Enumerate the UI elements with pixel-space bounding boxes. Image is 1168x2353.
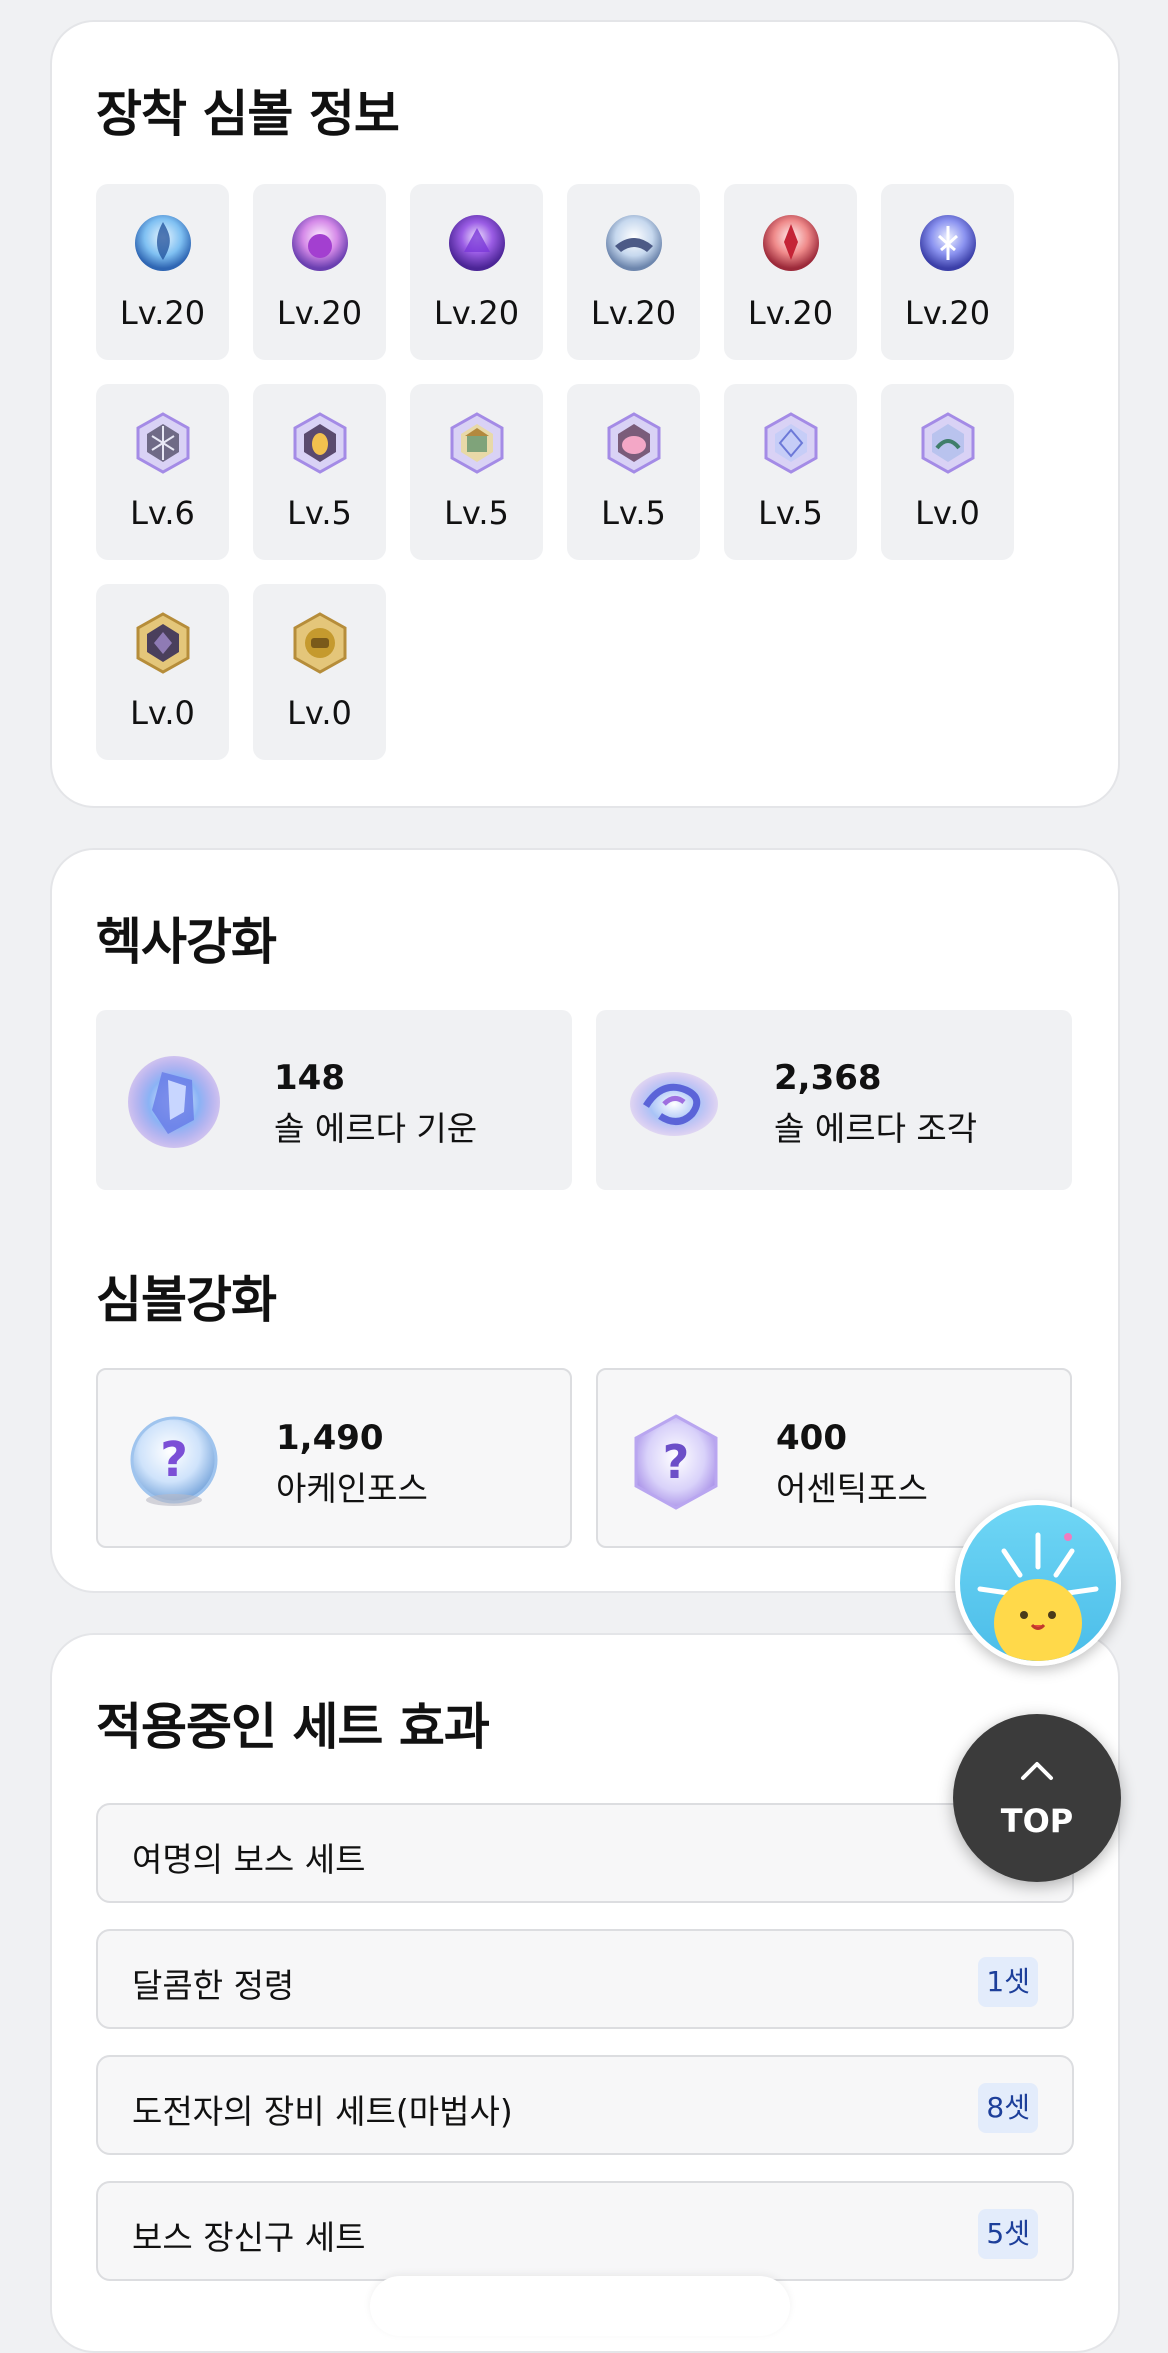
symbol-tile[interactable]: Lv.5	[410, 384, 543, 560]
symbol-tile[interactable]: Lv.20	[253, 184, 386, 360]
arcane-symbol-lachelein-icon	[449, 215, 505, 271]
scroll-to-top-label: TOP	[1000, 1802, 1074, 1840]
authentic-symbol-arcus-icon	[293, 412, 347, 474]
set-item[interactable]: 도전자의 장비 세트(마법사) 8셋	[96, 2055, 1074, 2155]
set-count-badge: 8셋	[978, 2083, 1038, 2133]
authentic-force-label: 어센틱포스	[776, 1469, 928, 1508]
set-item[interactable]: 보스 장신구 세트 5셋	[96, 2181, 1074, 2281]
svg-text:?: ?	[160, 1432, 188, 1488]
authentic-force-icon: ?	[634, 1414, 718, 1510]
arcane-symbol-esfera-icon	[920, 215, 976, 271]
sol-erda-fragment-value: 2,368	[774, 1058, 882, 1098]
sol-erda-energy-box: 148 솔 에르다 기운	[96, 1010, 572, 1190]
symbol-tile[interactable]: Lv.20	[96, 184, 229, 360]
symbol-tile[interactable]: Lv.5	[567, 384, 700, 560]
arcane-symbol-arcana-icon	[606, 215, 662, 271]
symbol-tile[interactable]: Lv.20	[881, 184, 1014, 360]
set-item[interactable]: 여명의 보스 세트	[96, 1803, 1074, 1903]
symbol-level: Lv.5	[601, 494, 666, 532]
authentic-symbol-cernium-icon	[136, 412, 190, 474]
sol-erda-energy-value: 148	[274, 1058, 345, 1098]
grand-authentic-symbol-tallahart-icon	[136, 612, 190, 674]
arcane-symbol-vanishing-journey-icon	[135, 215, 191, 271]
symbol-tile[interactable]: Lv.20	[567, 184, 700, 360]
equipped-symbols-title: 장착 심볼 정보	[96, 85, 400, 143]
symbol-level: Lv.0	[915, 494, 980, 532]
symbol-level: Lv.0	[130, 694, 195, 732]
symbol-tile[interactable]: Lv.5	[253, 384, 386, 560]
smiling-sun-character-icon	[977, 1532, 1099, 1661]
authentic-force-value: 400	[776, 1418, 847, 1458]
authentic-symbol-shangri-la-icon	[607, 412, 661, 474]
symbol-enhance-title: 심볼강화	[96, 1271, 277, 1329]
sol-erda-energy-label: 솔 에르다 기운	[274, 1109, 478, 1148]
equipped-symbols-card: 장착 심볼 정보 Lv.20 Lv.20 Lv.20 Lv.20 Lv.20 L…	[50, 20, 1120, 808]
set-name: 여명의 보스 세트	[132, 1840, 366, 1879]
arcane-symbol-morass-icon	[763, 215, 819, 271]
symbol-tile[interactable]: Lv.0	[253, 584, 386, 760]
grand-authentic-symbol-geardrak-icon	[293, 612, 347, 674]
symbol-level: Lv.20	[119, 294, 206, 332]
symbol-tile[interactable]: Lv.0	[881, 384, 1014, 560]
character-floating-button[interactable]	[955, 1500, 1121, 1666]
set-count-badge: 5셋	[978, 2209, 1038, 2259]
symbol-level: Lv.6	[130, 494, 195, 532]
symbol-level: Lv.20	[433, 294, 520, 332]
authentic-symbol-arteria-icon	[764, 412, 818, 474]
symbol-tile[interactable]: Lv.0	[96, 584, 229, 760]
set-effects-card: 적용중인 세트 효과 여명의 보스 세트 달콤한 정령 1셋 도전자의 장비 세…	[50, 1633, 1120, 2353]
set-effects-title: 적용중인 세트 효과	[96, 1698, 490, 1756]
hexa-enhance-title: 헥사강화	[96, 913, 277, 971]
symbol-tile[interactable]: Lv.5	[724, 384, 857, 560]
set-item[interactable]: 달콤한 정령 1셋	[96, 1929, 1074, 2029]
symbol-level: Lv.0	[287, 694, 352, 732]
set-name: 보스 장신구 세트	[132, 2218, 366, 2257]
arcane-force-icon: ?	[130, 1416, 218, 1506]
arcane-symbol-chu-chu-island-icon	[292, 215, 348, 271]
symbol-level: Lv.5	[287, 494, 352, 532]
symbol-level: Lv.20	[747, 294, 834, 332]
symbol-level: Lv.5	[444, 494, 509, 532]
svg-text:?: ?	[663, 1435, 690, 1489]
set-name: 달콤한 정령	[132, 1966, 295, 2005]
sol-erda-fragment-box: 2,368 솔 에르다 조각	[596, 1010, 1072, 1190]
bottom-bar-edge	[370, 2276, 790, 2336]
enhance-card: 헥사강화 148 솔 에르다 기운 2,368 솔 에르다 조각 심볼강화 ? …	[50, 848, 1120, 1593]
chevron-up-icon	[1021, 1762, 1053, 1780]
symbol-level: Lv.5	[758, 494, 823, 532]
set-name: 도전자의 장비 세트(마법사)	[132, 2092, 513, 2131]
authentic-symbol-carcion-icon	[921, 412, 975, 474]
sol-erda-fragment-label: 솔 에르다 조각	[774, 1109, 978, 1148]
symbol-level: Lv.20	[590, 294, 677, 332]
sol-erda-energy-icon	[128, 1056, 220, 1148]
set-count-badge: 1셋	[978, 1957, 1038, 2007]
arcane-force-label: 아케인포스	[276, 1469, 428, 1508]
symbol-tile[interactable]: Lv.20	[410, 184, 543, 360]
symbol-tile[interactable]: Lv.20	[724, 184, 857, 360]
arcane-force-value: 1,490	[276, 1418, 384, 1458]
symbol-level: Lv.20	[904, 294, 991, 332]
symbol-tile[interactable]: Lv.6	[96, 384, 229, 560]
arcane-force-box: ? 1,490 아케인포스	[96, 1368, 572, 1548]
scroll-to-top-button[interactable]: TOP	[953, 1714, 1121, 1882]
authentic-symbol-odium-icon	[450, 412, 504, 474]
symbol-level: Lv.20	[276, 294, 363, 332]
sol-erda-fragment-icon	[630, 1072, 718, 1136]
